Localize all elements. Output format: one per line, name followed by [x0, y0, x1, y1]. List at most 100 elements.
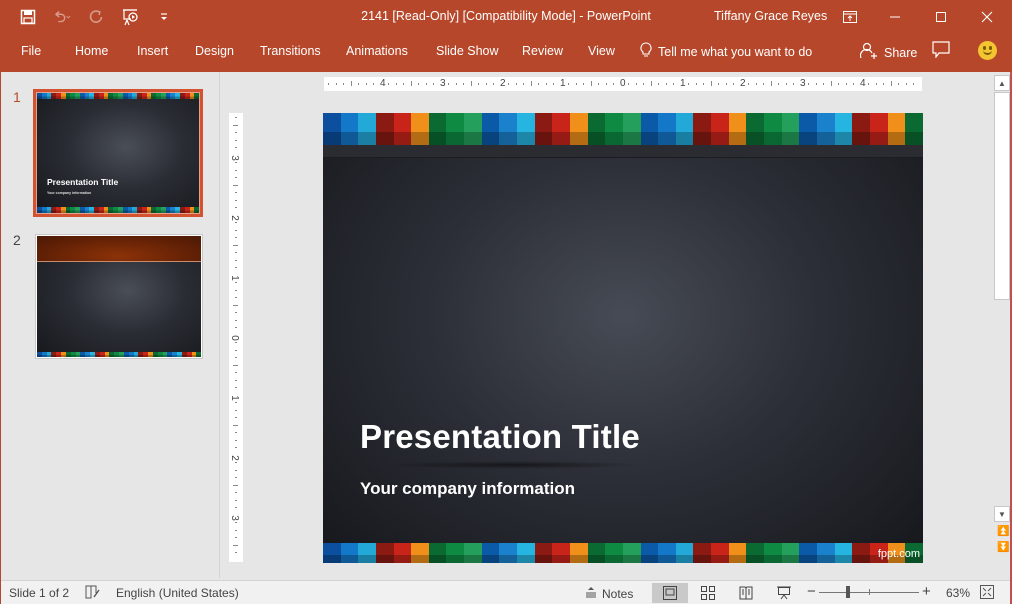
- window-title: 2141 [Read-Only] [Compatibility Mode] - …: [361, 9, 651, 23]
- scroll-up-button[interactable]: ▲: [994, 75, 1010, 91]
- ruler-tick: [235, 312, 237, 313]
- stripe-block: [411, 543, 429, 563]
- minimize-icon[interactable]: [880, 4, 910, 30]
- stripe-block: [587, 113, 606, 145]
- ruler-tick: [365, 83, 367, 85]
- fit-to-window-button[interactable]: [980, 585, 994, 602]
- comments-icon[interactable]: [932, 41, 950, 61]
- notes-label: Notes: [602, 586, 634, 601]
- stripe-block: [534, 113, 553, 145]
- stripe-block: [517, 543, 535, 563]
- slide-thumbnail-2[interactable]: [35, 234, 203, 359]
- customize-qat-icon[interactable]: [154, 7, 174, 27]
- zoom-slider-handle[interactable]: [846, 586, 851, 598]
- start-from-beginning-icon[interactable]: [120, 7, 140, 27]
- stripe-block: [499, 543, 518, 563]
- slide-subtitle[interactable]: Your company information: [360, 479, 575, 499]
- tab-slide-show[interactable]: Slide Show: [436, 44, 499, 58]
- stripe-block: [622, 113, 641, 145]
- spelling-check-icon[interactable]: [85, 585, 101, 602]
- ruler-tick: [470, 81, 472, 86]
- slide-thumbnail-1[interactable]: Presentation Title Your company informat…: [33, 89, 203, 217]
- zoom-level[interactable]: 63%: [946, 586, 970, 600]
- ruler-tick: [235, 462, 237, 463]
- notes-button[interactable]: Notes: [585, 586, 633, 601]
- redo-icon[interactable]: [86, 7, 106, 27]
- ribbon-display-options-icon[interactable]: [835, 4, 865, 30]
- slide-sorter-button[interactable]: [690, 583, 726, 603]
- stripe-block: [428, 543, 447, 563]
- stripe-block: [323, 113, 341, 145]
- scroll-thumb[interactable]: [994, 92, 1010, 300]
- user-name[interactable]: Tiffany Grace Reyes: [714, 9, 827, 23]
- ruler-tick: [235, 282, 237, 283]
- zoom-out-button[interactable]: −: [807, 583, 816, 600]
- ruler-label: 4: [860, 78, 866, 89]
- stripe-block: [728, 113, 747, 145]
- stripe-block: [781, 113, 800, 145]
- ruler-tick: [235, 349, 237, 351]
- reading-view-button[interactable]: [728, 583, 764, 603]
- ruler-tick: [235, 147, 237, 148]
- ruler-tick: [785, 83, 787, 85]
- tab-design[interactable]: Design: [195, 44, 234, 58]
- slide-title[interactable]: Presentation Title: [360, 418, 640, 456]
- close-icon[interactable]: [972, 4, 1002, 30]
- ruler-label: 0: [228, 335, 240, 341]
- slide-show-button[interactable]: [766, 583, 802, 603]
- normal-view-button[interactable]: [652, 583, 688, 603]
- vertical-scrollbar[interactable]: ▲ ▼ ⏫ ⏬: [994, 75, 1010, 577]
- ruler-label: 3: [800, 78, 806, 89]
- ruler-tick: [235, 507, 237, 508]
- stripe-block: [869, 113, 888, 145]
- maximize-icon[interactable]: [926, 4, 956, 30]
- previous-slide-icon[interactable]: ⏫: [997, 527, 1009, 537]
- scroll-down-button[interactable]: ▼: [994, 506, 1010, 522]
- tab-home[interactable]: Home: [75, 44, 108, 58]
- ruler-tick: [235, 207, 237, 208]
- ruler-tick: [853, 83, 854, 85]
- tab-view[interactable]: View: [588, 44, 615, 58]
- stripe-block: [605, 543, 623, 563]
- ruler-tick: [235, 372, 237, 373]
- ruler-tick: [658, 83, 659, 85]
- ruler-tick: [235, 439, 237, 441]
- stripe-block: [711, 113, 729, 145]
- tell-me-box[interactable]: Tell me what you want to do: [640, 42, 812, 61]
- stripe-block: [905, 113, 923, 145]
- stripe-block: [799, 543, 817, 563]
- tab-review[interactable]: Review: [522, 44, 563, 58]
- slide-canvas[interactable]: Presentation Title Your company informat…: [323, 113, 923, 563]
- feedback-smiley-icon[interactable]: [978, 41, 997, 60]
- ruler-tick: [235, 499, 237, 501]
- ruler-tick: [235, 327, 237, 328]
- slide-show-icon: [777, 586, 791, 600]
- ruler-tick: [583, 83, 584, 85]
- ruler-tick: [478, 83, 479, 85]
- tab-animations[interactable]: Animations: [346, 44, 408, 58]
- undo-icon[interactable]: [52, 7, 72, 27]
- ruler-tick: [823, 83, 824, 85]
- stripe-block: [552, 113, 570, 145]
- ruler-tick: [233, 484, 238, 486]
- ruler-tick: [763, 83, 764, 85]
- save-icon[interactable]: [18, 7, 38, 27]
- tab-insert[interactable]: Insert: [137, 44, 168, 58]
- share-button[interactable]: Share: [859, 42, 917, 63]
- lightbulb-icon: [640, 42, 652, 61]
- ruler-tick: [388, 83, 389, 85]
- language-indicator[interactable]: English (United States): [116, 586, 239, 600]
- ruler-label: 1: [680, 78, 686, 89]
- tab-transitions[interactable]: Transitions: [260, 44, 321, 58]
- stripe-block: [481, 113, 500, 145]
- stripe-block: [816, 113, 835, 145]
- stripe-block: [323, 543, 341, 563]
- next-slide-icon[interactable]: ⏬: [997, 543, 1009, 553]
- stripe-block: [640, 113, 659, 145]
- stripe-block: [764, 543, 782, 563]
- stripe-block: [393, 543, 412, 563]
- stripe-block: [693, 543, 712, 563]
- tab-file[interactable]: File: [21, 44, 41, 58]
- zoom-in-button[interactable]: +: [922, 583, 931, 600]
- thumbnail-top-stripe: [37, 93, 199, 99]
